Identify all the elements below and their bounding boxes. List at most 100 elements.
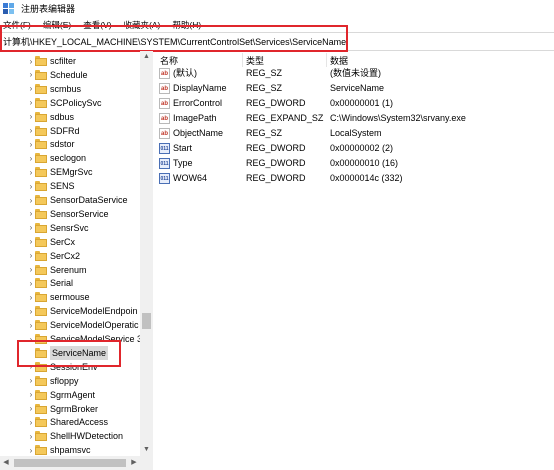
tree-item-label: SessionEnv [50,361,98,372]
scroll-down-icon[interactable]: ▼ [140,444,153,456]
tree-item[interactable]: › seclogon [0,151,140,165]
menu-file[interactable]: 文件(F) [0,19,37,31]
chevron-right-icon[interactable]: › [27,388,35,402]
value-name: Type [173,158,193,168]
tree-item[interactable]: › SCPolicySvc [0,96,140,110]
chevron-right-icon[interactable]: › [27,54,35,68]
tree-item-label: ServiceModelOperatic [50,320,139,331]
chevron-right-icon[interactable]: › [27,249,35,263]
tree-item[interactable]: › scfilter [0,54,140,68]
chevron-right-icon[interactable]: › [27,429,35,443]
tree-item[interactable]: › SensorService [0,207,140,221]
tree-item[interactable]: › sermouse [0,290,140,304]
chevron-right-icon[interactable]: › [27,96,35,110]
tree-item[interactable]: › SerCx [0,235,140,249]
tree-item[interactable]: › Schedule [0,68,140,82]
tree-item[interactable]: › SDFRd [0,124,140,138]
value-name: Start [173,143,193,153]
values-pane[interactable]: 名称 类型 数据 ab (默认) REG_SZ (数值未设置) ab DisplayNam… [154,51,554,470]
tree-item-label: Serenum [50,264,87,275]
tree-item[interactable]: › Serial [0,276,140,290]
tree-item[interactable]: › scmbus [0,82,140,96]
tree-item[interactable]: › SgrmBroker [0,402,140,416]
tree-item[interactable]: › SgrmAgent [0,388,140,402]
column-divider[interactable] [242,53,243,67]
tree-item[interactable]: › SharedAccess [0,415,140,429]
scroll-up-icon[interactable]: ▲ [140,51,153,63]
value-name: ErrorControl [173,98,223,108]
tree-item[interactable]: › sfloppy [0,374,140,388]
tree-item-label: sdbus [50,111,75,122]
menu-help[interactable]: 帮助(H) [166,19,207,31]
vertical-scroll-thumb[interactable] [142,313,151,329]
chevron-right-icon[interactable]: › [27,151,35,165]
tree-item[interactable]: › ServiceModelEndpoin [0,304,140,318]
chevron-right-icon[interactable]: › [27,374,35,388]
dword-value-icon: 011 [159,158,170,169]
value-row[interactable]: ab DisplayName REG_SZ ServiceName [154,81,554,96]
tree-item[interactable]: › ServiceModelOperatic [0,318,140,332]
value-type: REG_DWORD [246,98,306,108]
chevron-right-icon[interactable]: › [27,165,35,179]
tree-item[interactable]: › SerCx2 [0,249,140,263]
chevron-right-icon[interactable]: › [27,415,35,429]
tree-item[interactable]: › SensrSvc [0,221,140,235]
value-row[interactable]: 011 Start REG_DWORD 0x00000002 (2) [154,141,554,156]
horizontal-scroll-thumb[interactable] [14,459,126,467]
chevron-right-icon[interactable]: › [27,360,35,374]
string-value-icon: ab [159,83,170,94]
chevron-right-icon[interactable]: › [27,304,35,318]
key-tree[interactable]: › scfilter › Schedule › scmbus › SCPolicySvc › sd… [0,51,153,470]
value-row[interactable]: 011 WOW64 REG_DWORD 0x0000014c (332) [154,171,554,186]
chevron-right-icon[interactable]: › [27,124,35,138]
chevron-right-icon[interactable]: › [27,110,35,124]
tree-item[interactable]: ServiceName [0,345,140,360]
chevron-right-icon[interactable]: › [27,82,35,96]
tree-item-label: ServiceModelEndpoin [50,306,138,317]
menu-edit[interactable]: 编辑(E) [37,19,77,31]
value-name: DisplayName [173,83,227,93]
value-row[interactable]: 011 Type REG_DWORD 0x00000010 (16) [154,156,554,171]
chevron-right-icon[interactable]: › [27,235,35,249]
tree-horizontal-scrollbar[interactable]: ◀ ▶ [0,456,140,470]
chevron-right-icon[interactable]: › [27,332,35,346]
chevron-right-icon[interactable]: › [27,402,35,416]
chevron-right-icon[interactable]: › [27,207,35,221]
chevron-right-icon[interactable]: › [27,68,35,82]
tree-item[interactable]: › Serenum [0,263,140,277]
tree-item[interactable]: › SessionEnv [0,360,140,374]
tree-vertical-scrollbar[interactable]: ▲ ▼ [140,51,153,470]
tree-item[interactable]: › SEMgrSvc [0,165,140,179]
chevron-right-icon[interactable]: › [27,193,35,207]
address-bar[interactable]: 计算机\HKEY_LOCAL_MACHINE\SYSTEM\CurrentCon… [0,32,554,51]
chevron-right-icon[interactable]: › [27,221,35,235]
folder-icon [35,56,47,66]
tree-item[interactable]: › ShellHWDetection [0,429,140,443]
chevron-right-icon[interactable]: › [27,179,35,193]
menu-view[interactable]: 查看(V) [77,19,117,31]
column-header-data[interactable]: 数据 [330,54,348,66]
column-header-type[interactable]: 类型 [246,54,264,66]
chevron-right-icon[interactable]: › [27,137,35,151]
value-row[interactable]: ab (默认) REG_SZ (数值未设置) [154,66,554,81]
scroll-right-icon[interactable]: ▶ [128,456,140,470]
tree-item[interactable]: › SENS [0,179,140,193]
value-row[interactable]: ab ImagePath REG_EXPAND_SZ C:\Windows\Syste… [154,111,554,126]
tree-item[interactable]: › SensorDataService [0,193,140,207]
address-path: 计算机\HKEY_LOCAL_MACHINE\SYSTEM\CurrentCon… [3,37,347,47]
chevron-right-icon[interactable]: › [27,276,35,290]
value-type: REG_DWORD [246,173,306,183]
chevron-right-icon[interactable]: › [27,290,35,304]
column-header-name[interactable]: 名称 [160,54,178,66]
tree-item[interactable]: › ServiceModelService 3 [0,332,142,346]
column-divider[interactable] [326,53,327,67]
value-row[interactable]: ab ObjectName REG_SZ LocalSystem [154,126,554,141]
registry-editor-icon [3,2,15,15]
chevron-right-icon[interactable]: › [27,318,35,332]
value-row[interactable]: ab ErrorControl REG_DWORD 0x00000001 (1) [154,96,554,111]
scroll-left-icon[interactable]: ◀ [0,456,12,470]
chevron-right-icon[interactable]: › [27,263,35,277]
tree-item[interactable]: › sdbus [0,110,140,124]
menu-favorites[interactable]: 收藏夹(A) [118,19,167,31]
tree-item[interactable]: › sdstor [0,137,140,151]
